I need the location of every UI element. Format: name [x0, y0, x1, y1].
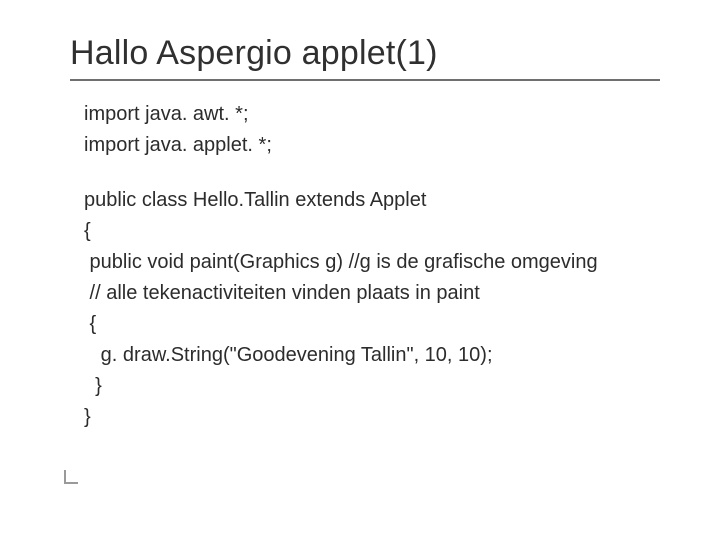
code-line: { — [84, 313, 96, 335]
code-line: public void paint(Graphics g) //g is de … — [84, 251, 598, 273]
title-underline — [70, 79, 660, 81]
slide: Hallo Aspergio applet(1) import java. aw… — [0, 0, 720, 540]
code-block: public class Hello.Tallin extends Applet… — [70, 185, 664, 433]
code-line: } — [84, 406, 91, 428]
slide-title: Hallo Aspergio applet(1) — [70, 34, 664, 73]
code-line: import java. applet. *; — [84, 134, 272, 156]
code-line: } — [84, 375, 102, 397]
code-line: g. draw.String("Goodevening Tallin", 10,… — [84, 344, 493, 366]
code-line: // alle tekenactiviteiten vinden plaats … — [84, 282, 480, 304]
code-line: { — [84, 220, 91, 242]
spacer — [70, 161, 664, 185]
code-line: public class Hello.Tallin extends Applet — [84, 189, 426, 211]
code-line: import java. awt. *; — [84, 103, 249, 125]
code-block: import java. awt. *; import java. applet… — [70, 99, 664, 161]
corner-decoration-icon — [64, 470, 78, 484]
